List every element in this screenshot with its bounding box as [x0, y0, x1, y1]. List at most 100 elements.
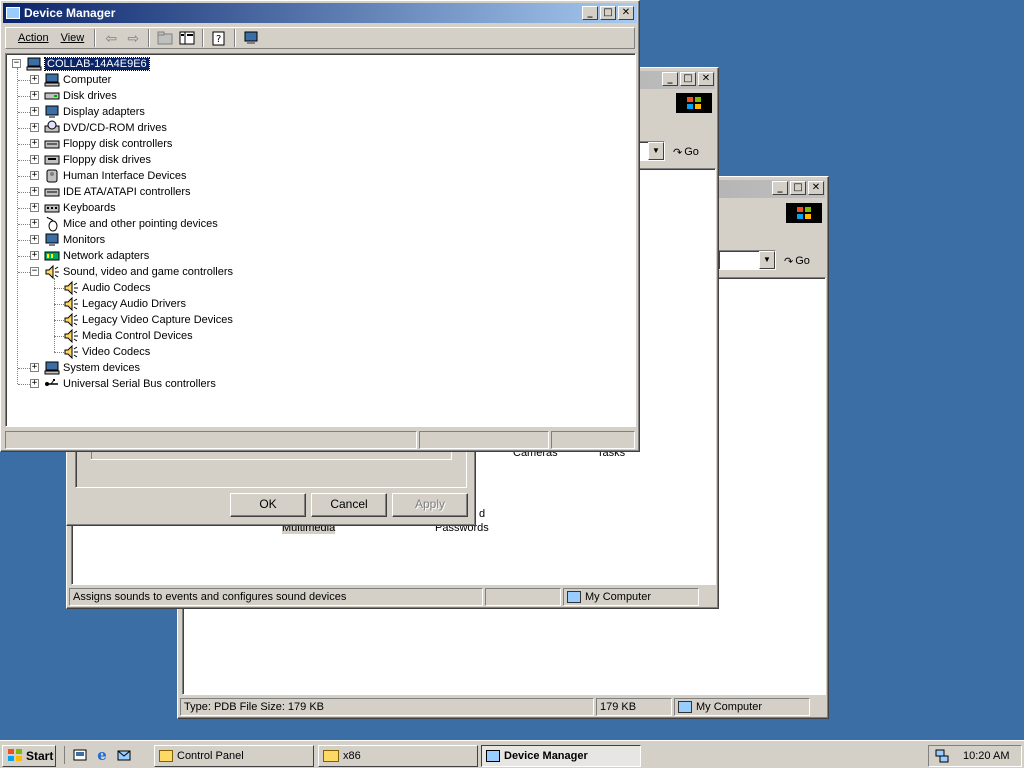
expand-toggle[interactable]: + — [30, 219, 39, 228]
minimize-button[interactable]: _ — [662, 72, 678, 86]
menu-view[interactable]: View — [55, 32, 91, 44]
tree-category[interactable]: Monitors — [44, 232, 105, 248]
tree-branch-line — [18, 160, 30, 161]
tree-category[interactable]: Display adapters — [44, 104, 145, 120]
dropdown-arrow-icon[interactable]: ▼ — [648, 142, 664, 160]
close-button[interactable]: ✕ — [808, 181, 824, 195]
expand-toggle[interactable]: + — [30, 203, 39, 212]
tree-category[interactable]: Mice and other pointing devices — [44, 216, 218, 232]
status-cell-2 — [419, 431, 549, 449]
tree-root[interactable]: COLLAB-14A4E9E6 — [26, 56, 150, 72]
expand-toggle[interactable]: + — [30, 139, 39, 148]
tree-device[interactable]: Media Control Devices — [63, 328, 193, 344]
expand-toggle[interactable]: + — [30, 187, 39, 196]
device-manager-window[interactable]: Device Manager _ □ ✕ Action View ⇦ ⇨ ? − — [0, 0, 640, 452]
tree-branch-line — [18, 368, 30, 369]
tree-category[interactable]: IDE ATA/ATAPI controllers — [44, 184, 191, 200]
tree-device-label: Video Codecs — [82, 346, 151, 358]
task-device-manager[interactable]: Device Manager — [481, 745, 641, 767]
device-manager-icon — [6, 7, 20, 19]
minimize-button[interactable]: _ — [582, 6, 598, 20]
status-zone: My Computer — [674, 698, 810, 716]
properties-icon[interactable]: ? — [210, 29, 228, 47]
start-button[interactable]: Start — [2, 745, 56, 767]
tree-category-label: Disk drives — [63, 90, 117, 102]
tree-category-label: Universal Serial Bus controllers — [63, 378, 216, 390]
tree-device[interactable]: Audio Codecs — [63, 280, 151, 296]
system-tray: 10:20 AM — [928, 745, 1022, 767]
tree-category[interactable]: Network adapters — [44, 248, 149, 264]
tree-category[interactable]: Human Interface Devices — [44, 168, 187, 184]
address-dropdown[interactable]: ▼ — [718, 250, 776, 270]
item-partial-d[interactable]: d — [479, 508, 485, 520]
task-control-panel[interactable]: Control Panel — [154, 745, 314, 767]
network-tray-icon[interactable] — [933, 748, 951, 764]
windows-logo-icon — [786, 203, 822, 223]
dropdown-arrow-icon[interactable]: ▼ — [759, 251, 775, 269]
toolbar-separator — [94, 29, 97, 47]
show-desktop-icon[interactable] — [71, 746, 89, 764]
expand-toggle[interactable]: + — [30, 123, 39, 132]
expand-toggle[interactable]: − — [30, 267, 39, 276]
expand-toggle[interactable]: + — [30, 91, 39, 100]
tree-category[interactable]: Universal Serial Bus controllers — [44, 376, 216, 392]
maximize-button[interactable]: □ — [790, 181, 806, 195]
tree-category-label: Network adapters — [63, 250, 150, 262]
tree-device[interactable]: Legacy Video Capture Devices — [63, 312, 233, 328]
back-arrow-icon[interactable]: ⇦ — [102, 29, 120, 47]
scan-hardware-icon[interactable] — [242, 29, 260, 47]
tree-device[interactable]: Video Codecs — [63, 344, 150, 360]
toolbar-separator — [202, 29, 205, 47]
svg-text:?: ? — [216, 34, 221, 45]
device-manager-icon — [486, 750, 500, 762]
folder-icon — [323, 750, 339, 762]
expand-toggle[interactable]: + — [30, 155, 39, 164]
tree-branch-line — [18, 240, 30, 241]
tree-category[interactable]: Disk drives — [44, 88, 117, 104]
floppy-icon — [44, 152, 60, 168]
tree-category-label: System devices — [63, 362, 141, 374]
expand-toggle[interactable]: + — [30, 75, 39, 84]
up-folder-icon[interactable] — [156, 29, 174, 47]
task-x86[interactable]: x86 — [318, 745, 478, 767]
root-collapse-toggle[interactable]: − — [12, 59, 21, 68]
ok-button[interactable]: OK — [230, 493, 306, 517]
computer-icon — [26, 56, 42, 72]
internet-explorer-icon[interactable]: e — [93, 746, 111, 764]
device-tree[interactable]: − COLLAB-14A4E9E6 + Computer + Disk drives +… — [5, 53, 636, 427]
menu-action[interactable]: Action — [12, 32, 55, 44]
tree-category[interactable]: DVD/CD-ROM drives — [44, 120, 167, 136]
apply-button[interactable]: Apply — [392, 493, 468, 517]
expand-toggle[interactable]: + — [30, 379, 39, 388]
outlook-express-icon[interactable] — [115, 746, 133, 764]
expand-toggle[interactable]: + — [30, 171, 39, 180]
expand-toggle[interactable]: + — [30, 251, 39, 260]
tree-category-label: Human Interface Devices — [63, 170, 187, 182]
tree-category[interactable]: Sound, video and game controllers — [44, 264, 233, 280]
close-button[interactable]: ✕ — [618, 6, 634, 20]
show-hide-tree-icon[interactable] — [178, 29, 196, 47]
tree-category[interactable]: Computer — [44, 72, 111, 88]
expand-toggle[interactable]: + — [30, 235, 39, 244]
tree-category[interactable]: System devices — [44, 360, 140, 376]
cancel-button[interactable]: Cancel — [311, 493, 387, 517]
tree-category[interactable]: Floppy disk controllers — [44, 136, 172, 152]
tree-category-label: Floppy disk drives — [63, 154, 152, 166]
status-type-text: Type: PDB File Size: 179 KB — [180, 698, 594, 716]
title-bar[interactable]: Device Manager — [3, 3, 637, 23]
go-button[interactable]: ↷ Go — [673, 143, 699, 161]
go-button[interactable]: ↷ Go — [784, 252, 810, 270]
expand-toggle[interactable]: + — [30, 363, 39, 372]
minimize-button[interactable]: _ — [772, 181, 788, 195]
tree-category[interactable]: Floppy disk drives — [44, 152, 151, 168]
tree-device[interactable]: Legacy Audio Drivers — [63, 296, 186, 312]
close-button[interactable]: ✕ — [698, 72, 714, 86]
clock[interactable]: 10:20 AM — [963, 750, 1009, 762]
forward-arrow-icon[interactable]: ⇨ — [124, 29, 142, 47]
status-zone: My Computer — [563, 588, 699, 606]
maximize-button[interactable]: □ — [600, 6, 616, 20]
tree-category[interactable]: Keyboards — [44, 200, 116, 216]
maximize-button[interactable]: □ — [680, 72, 696, 86]
expand-toggle[interactable]: + — [30, 107, 39, 116]
controller-icon — [44, 184, 60, 200]
